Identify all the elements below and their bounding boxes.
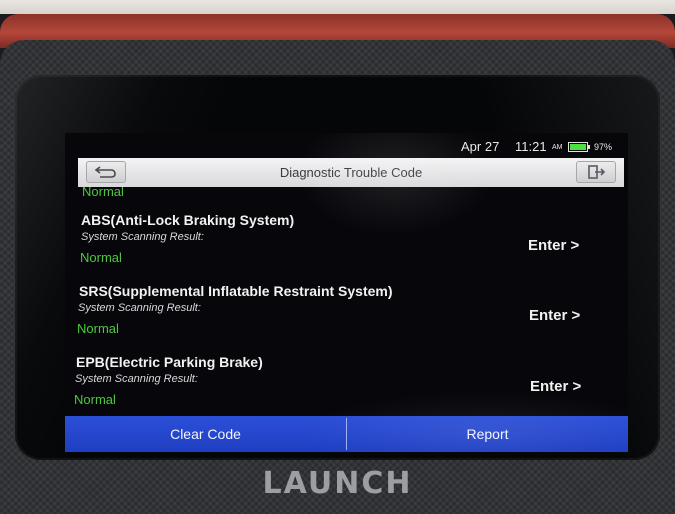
enter-button[interactable]: Enter > [530,378,581,395]
background-wall [0,0,675,14]
battery-level-fill [570,144,586,150]
previous-item-result: Normal [82,187,124,199]
clear-code-button[interactable]: Clear Code [65,416,346,452]
exit-button[interactable] [576,161,616,183]
enter-button[interactable]: Enter > [528,237,579,254]
page-title: Diagnostic Trouble Code [279,165,423,180]
back-arrow-icon [94,166,116,178]
status-date: Apr 27 [461,139,500,154]
list-item-epb[interactable]: EPB(Electric Parking Brake) System Scann… [65,354,628,416]
exit-icon [588,165,606,179]
scan-result-value: Normal [74,392,116,407]
battery-tip [588,145,590,149]
scan-result-value: Normal [80,250,122,265]
device-screen: Apr 27 11:21 AM 97% Diagnostic Trouble C… [65,133,628,452]
enter-button[interactable]: Enter > [529,307,580,324]
title-bar: Diagnostic Trouble Code [78,158,624,187]
status-ampm: AM [552,144,563,151]
system-name: SRS(Supplemental Inflatable Restraint Sy… [79,283,393,299]
bottom-action-bar: Clear Code Report [65,416,628,452]
scan-result-label: System Scanning Result: [78,302,201,314]
back-button[interactable] [86,161,126,183]
system-name: EPB(Electric Parking Brake) [76,354,263,370]
scan-result-label: System Scanning Result: [81,231,204,243]
system-name: ABS(Anti-Lock Braking System) [81,212,295,228]
battery-icon [568,142,588,152]
list-item-srs[interactable]: SRS(Supplemental Inflatable Restraint Sy… [65,283,628,353]
status-time: 11:21 [515,139,547,154]
brand-logo: LAUNCH [262,466,413,501]
report-button[interactable]: Report [347,416,628,452]
scan-result-label: System Scanning Result: [75,373,198,385]
battery-percent: 97% [594,142,613,152]
list-item-abs[interactable]: ABS(Anti-Lock Braking System) System Sca… [65,212,628,282]
status-bar: Apr 27 11:21 AM 97% [65,133,628,159]
system-list[interactable]: Normal ABS(Anti-Lock Braking System) Sys… [65,187,628,416]
scan-result-value: Normal [77,321,119,336]
